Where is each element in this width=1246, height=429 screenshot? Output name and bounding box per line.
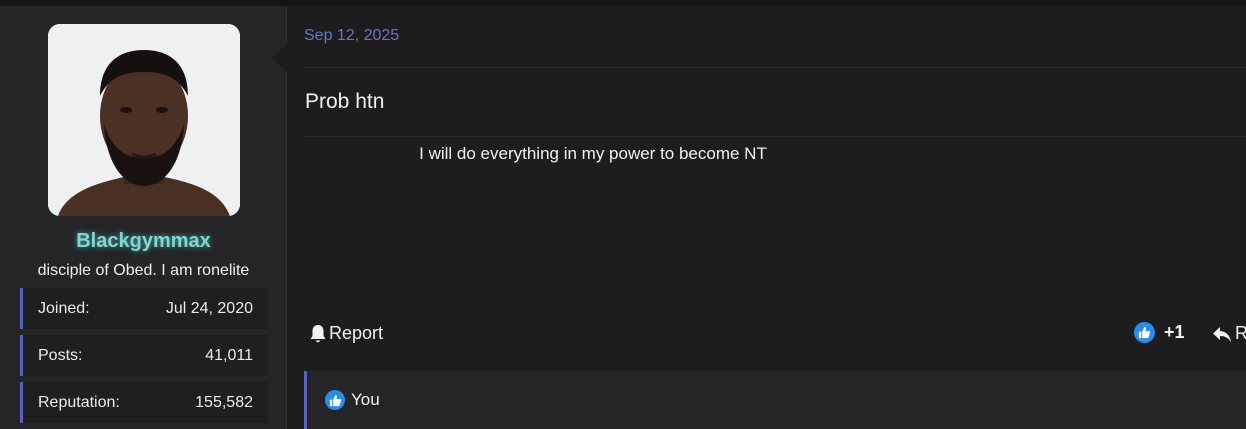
stat-row-joined: Joined: Jul 24, 2020 (20, 288, 268, 329)
stat-label: Reputation: (38, 393, 120, 411)
divider (304, 67, 1246, 68)
stat-row-reputation: Reputation: 155,582 (20, 382, 268, 423)
avatar[interactable] (48, 24, 240, 216)
reply-button[interactable]: R (1211, 323, 1246, 344)
reaction-summary-text: You (351, 390, 380, 409)
thumbs-up-icon (1134, 322, 1155, 343)
stat-label: Joined: (38, 299, 90, 317)
stat-label: Posts: (38, 346, 83, 364)
bell-icon (310, 324, 326, 342)
reaction-summary[interactable]: You (304, 371, 1246, 429)
divider (304, 136, 1246, 137)
post-pointer-arrow (272, 44, 287, 72)
report-label: Report (329, 323, 384, 343)
stat-row-posts: Posts: 41,011 (20, 335, 268, 376)
user-title: disciple of Obed. I am ronelite (37, 262, 250, 279)
reply-label: R (1235, 323, 1246, 343)
post-date[interactable]: Sep 12, 2025 (304, 27, 399, 45)
stat-value: 155,582 (195, 393, 253, 411)
thumbs-up-icon (325, 390, 345, 410)
stat-value: Jul 24, 2020 (165, 299, 253, 317)
user-panel: Blackgymmax disciple of Obed. I am ronel… (0, 6, 287, 429)
like-count: +1 (1164, 322, 1185, 342)
stat-value[interactable]: 41,011 (205, 347, 253, 365)
username[interactable]: Blackgymmax (0, 230, 287, 253)
like-button[interactable]: +1 (1134, 322, 1185, 343)
post-body: I will do everything in my power to beco… (419, 144, 767, 163)
post-title: Prob htn (305, 90, 385, 113)
report-button[interactable]: Report (309, 323, 383, 344)
reply-arrow-icon (1213, 326, 1231, 342)
avatar-photo (48, 24, 240, 216)
